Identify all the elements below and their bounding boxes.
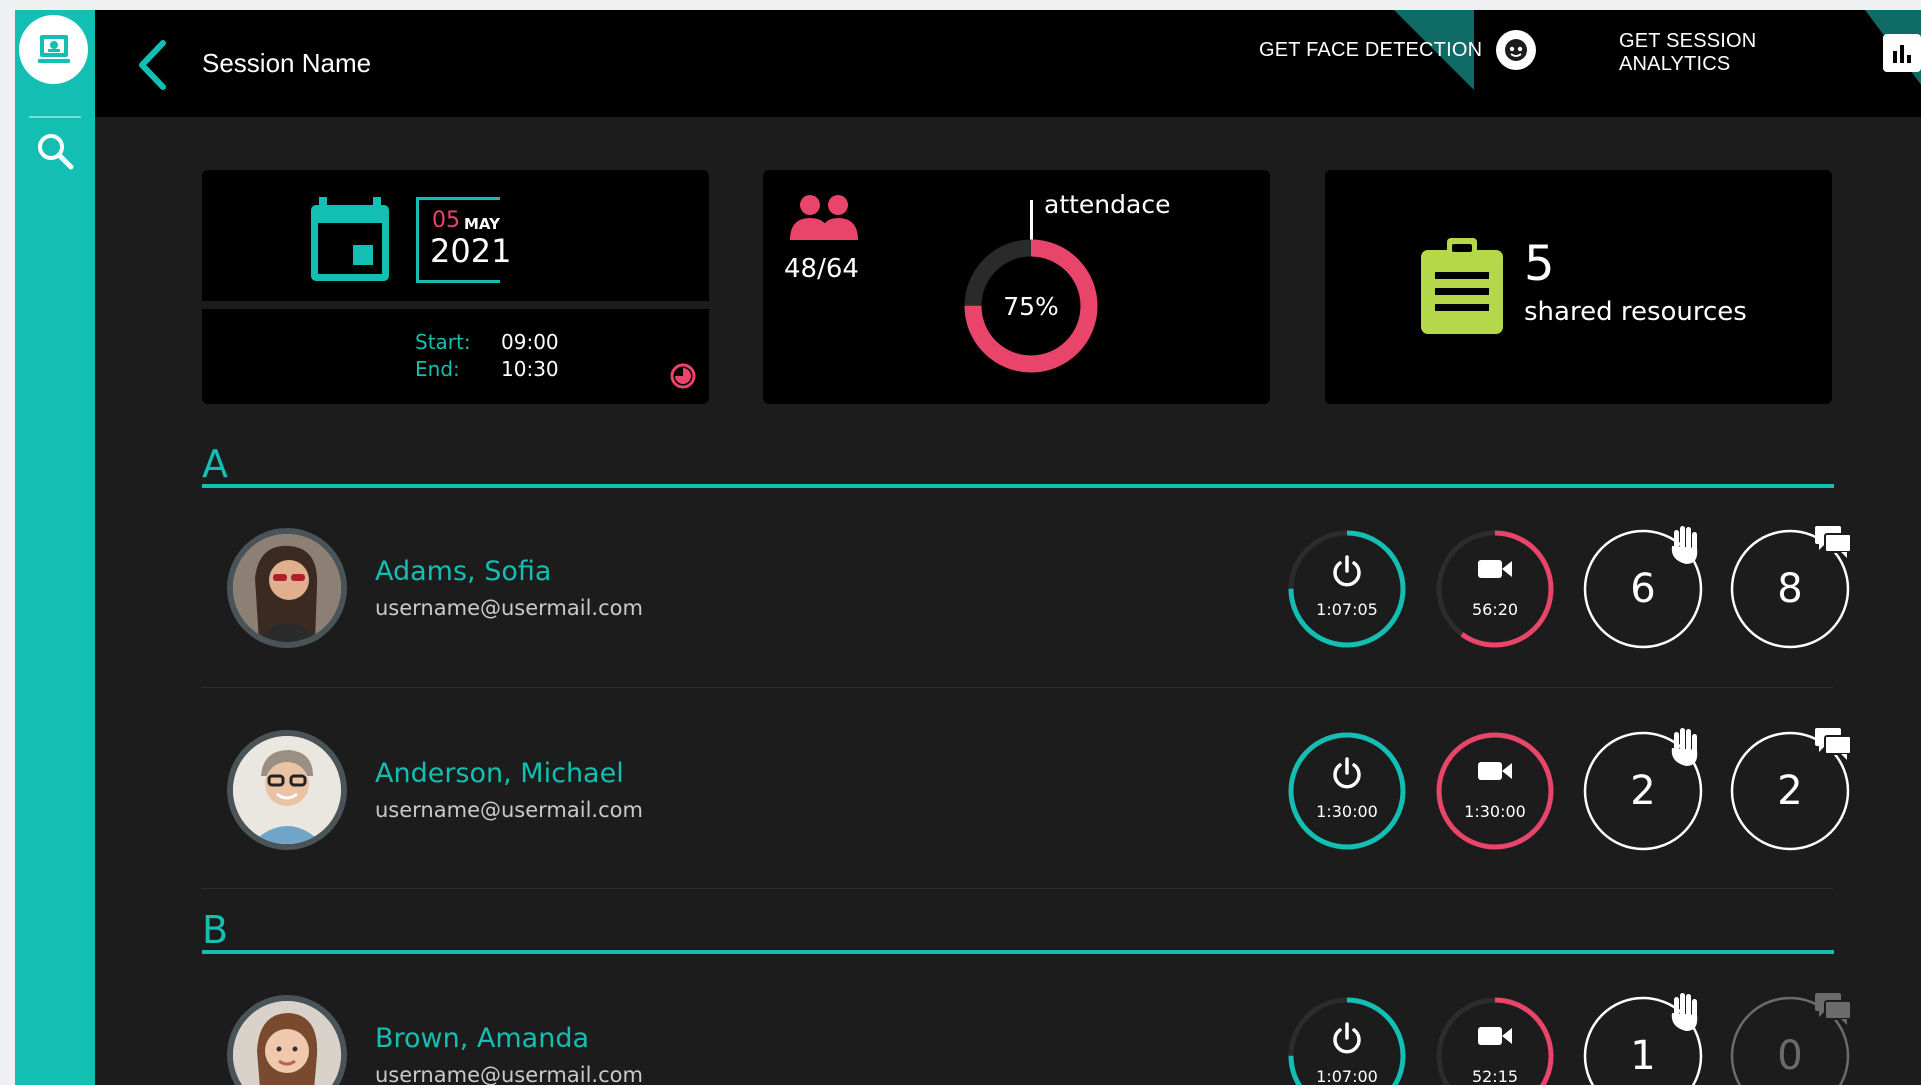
section-letter-b: B	[202, 908, 229, 952]
chat-bubble-icon	[1815, 993, 1852, 1025]
bar-chart-icon	[1883, 34, 1921, 72]
face-detection-button[interactable]: GET FACE DETECTION	[1259, 30, 1537, 70]
video-camera-icon	[1478, 1027, 1512, 1045]
sidebar	[15, 10, 95, 1085]
online-time: 1:07:05	[1316, 600, 1378, 619]
student-row[interactable]: Anderson, Michael username@usermail.com …	[202, 728, 1852, 860]
power-icon	[1333, 555, 1361, 587]
end-time: 10:30	[501, 357, 559, 381]
date-card-separator	[202, 301, 709, 309]
online-time: 1:30:00	[1316, 802, 1378, 821]
top-header: Session Name GET FACE DETECTION GET SESS…	[95, 10, 1921, 117]
video-time-stat[interactable]: 52:15	[1434, 995, 1556, 1085]
end-label: End:	[415, 357, 460, 381]
online-time-stat[interactable]: 1:30:00	[1286, 730, 1408, 852]
online-time-stat[interactable]: 1:07:00	[1286, 995, 1408, 1085]
date-month: MAY	[464, 215, 500, 233]
attendance-count: 48/64	[784, 254, 859, 284]
row-divider	[202, 888, 1834, 889]
section-divider-b	[202, 950, 1834, 954]
section-letter-a: A	[202, 442, 228, 486]
online-time: 1:07:00	[1316, 1067, 1378, 1085]
hand-raise-stat[interactable]: 1	[1582, 993, 1704, 1085]
avatar[interactable]	[227, 528, 347, 648]
face-detection-label: GET FACE DETECTION	[1259, 38, 1483, 61]
shared-resources-card[interactable]: 5 shared resources	[1325, 170, 1832, 404]
people-icon	[790, 195, 858, 240]
calendar-icon	[311, 197, 389, 281]
clock-icon[interactable]	[670, 363, 696, 389]
resources-label: shared resources	[1524, 297, 1747, 327]
chat-messages-stat[interactable]: 8	[1729, 526, 1852, 650]
date-day: 05	[432, 208, 460, 233]
chat-bubble-icon	[1815, 728, 1852, 760]
raised-hand-icon	[1671, 728, 1698, 766]
start-time: 09:00	[501, 330, 559, 354]
resources-count: 5	[1524, 236, 1555, 292]
video-time: 56:20	[1471, 600, 1519, 619]
avatar[interactable]	[227, 730, 347, 850]
chat-messages-stat[interactable]: 0	[1729, 993, 1852, 1085]
student-row[interactable]: Brown, Amanda username@usermail.com 1:07…	[202, 993, 1852, 1085]
app-logo[interactable]	[19, 15, 88, 84]
power-icon	[1333, 757, 1361, 789]
student-name[interactable]: Brown, Amanda	[375, 1023, 589, 1054]
face-icon	[1496, 30, 1537, 70]
section-divider-a	[202, 484, 1834, 488]
video-time: 1:30:00	[1464, 802, 1526, 821]
raised-hand-icon	[1671, 526, 1698, 564]
search-icon	[38, 134, 74, 170]
hand-raise-stat[interactable]: 6	[1582, 526, 1704, 650]
hand-raise-stat[interactable]: 2	[1582, 728, 1704, 852]
row-divider	[202, 687, 1834, 688]
student-row[interactable]: Adams, Sofia username@usermail.com 1:07:…	[202, 526, 1852, 658]
video-camera-icon	[1478, 560, 1512, 578]
student-email: username@usermail.com	[375, 1063, 643, 1085]
clipboard-icon	[1421, 238, 1503, 334]
video-time-stat[interactable]: 1:30:00	[1434, 730, 1556, 852]
online-time-stat[interactable]: 1:07:05	[1286, 528, 1408, 650]
session-date-card: 05 MAY 2021 Start: 09:00 End: 10:30	[202, 170, 709, 404]
chat-messages-stat[interactable]: 2	[1729, 728, 1852, 852]
student-email: username@usermail.com	[375, 596, 643, 620]
student-email: username@usermail.com	[375, 798, 643, 822]
session-analytics-label: GET SESSION ANALYTICS	[1619, 30, 1757, 75]
attendance-percent: 75%	[1003, 291, 1059, 321]
search-button[interactable]	[32, 128, 78, 174]
start-label: Start:	[415, 330, 471, 354]
power-icon	[1333, 1022, 1361, 1054]
attendance-card: 48/64 attendace 75%	[763, 170, 1270, 404]
app-frame: Session Name GET FACE DETECTION GET SESS…	[15, 10, 1921, 1085]
student-name[interactable]: Adams, Sofia	[375, 556, 551, 587]
video-time-stat[interactable]: 56:20	[1434, 528, 1556, 650]
date-card-top: 05 MAY 2021	[202, 170, 709, 301]
chevron-left-icon	[139, 40, 166, 90]
back-button[interactable]	[133, 35, 171, 95]
raised-hand-icon	[1671, 993, 1698, 1031]
session-analytics-button[interactable]: GET SESSION ANALYTICS	[1619, 30, 1921, 76]
video-camera-icon	[1478, 762, 1512, 780]
session-title: Session Name	[202, 48, 372, 78]
video-time: 52:15	[1471, 1067, 1519, 1085]
attendance-label: attendace	[1044, 190, 1171, 219]
chat-bubble-icon	[1815, 526, 1852, 558]
date-year: 2021	[430, 232, 512, 270]
avatar[interactable]	[227, 995, 347, 1085]
sidebar-divider	[29, 116, 81, 118]
webcam-logo-icon	[37, 34, 70, 63]
student-name[interactable]: Anderson, Michael	[375, 758, 624, 789]
